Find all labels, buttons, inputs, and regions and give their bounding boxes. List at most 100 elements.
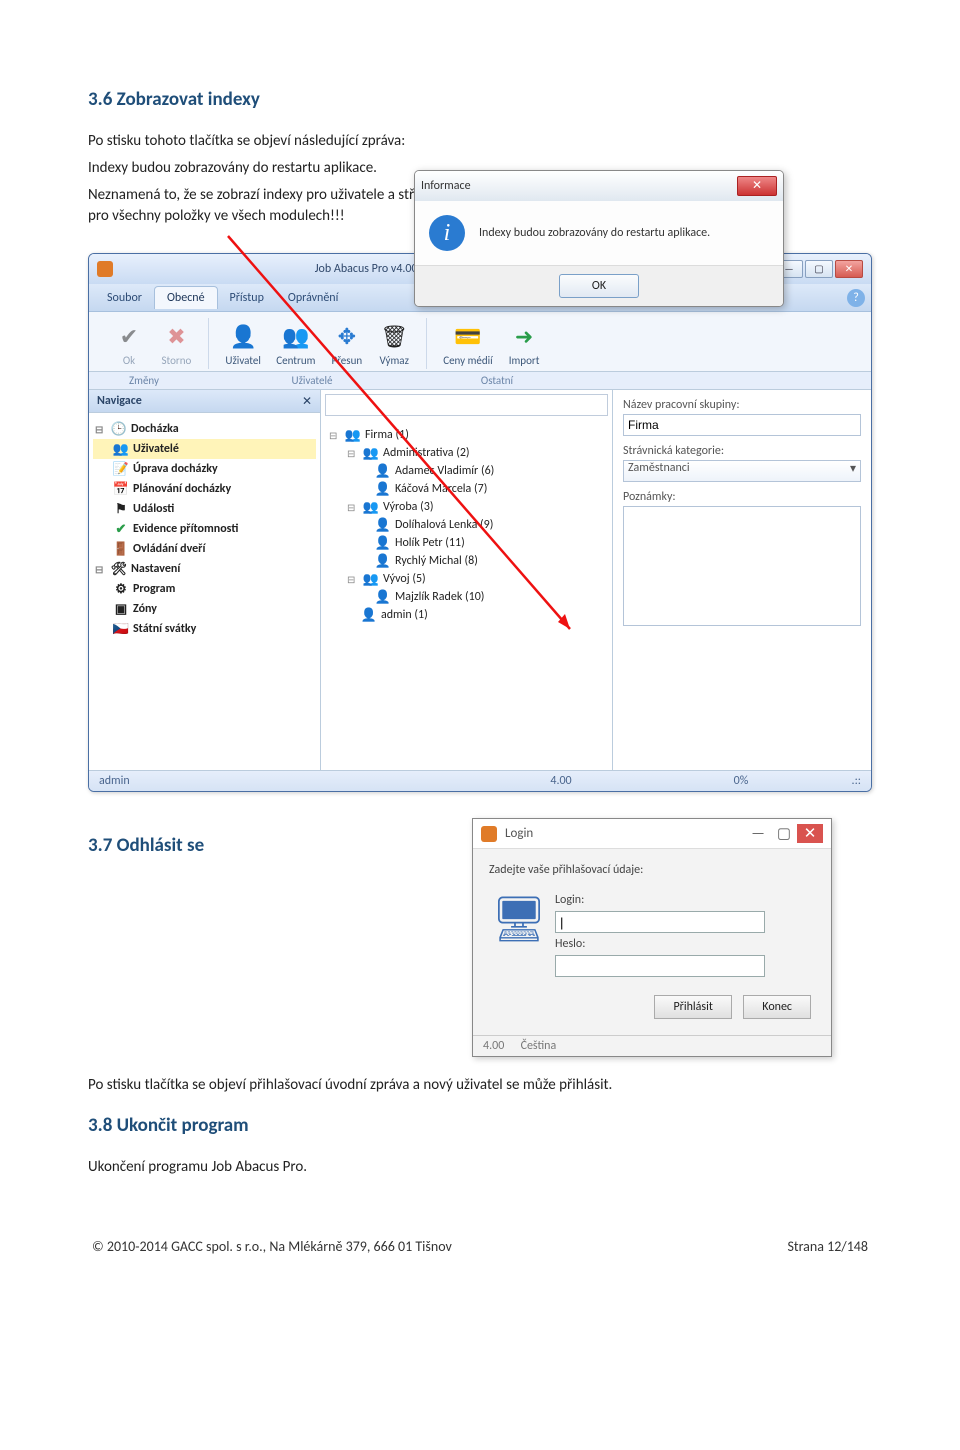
maximize-button[interactable]: ▢	[805, 260, 833, 278]
nav-item-nastaveni[interactable]: ⊟🛠Nastavení	[93, 559, 316, 579]
person-icon: 👤	[375, 481, 391, 497]
login-button[interactable]: Přihlásit	[654, 995, 731, 1019]
tool-label: Uživatel	[225, 354, 260, 367]
resize-grip[interactable]: .::	[831, 774, 861, 788]
password-input[interactable]	[555, 955, 765, 977]
login-language: Čeština	[521, 1039, 557, 1053]
group-icon: 👥	[363, 499, 379, 515]
group-label: Ostatní	[437, 374, 557, 387]
person-icon: 👤	[375, 535, 391, 551]
app-icon	[97, 261, 113, 277]
tab-opravneni[interactable]: Oprávnění	[276, 287, 351, 309]
nav-label: Program	[133, 582, 175, 596]
import-icon: ➜	[508, 320, 540, 352]
ceny-tool[interactable]: 💳Ceny médií	[437, 318, 498, 369]
nav-item-uprava[interactable]: 📝 Úprava docházky	[93, 459, 316, 479]
nav-item-dochazka[interactable]: ⊟🕒Docházka	[93, 419, 316, 439]
tool-label: Centrum	[276, 354, 315, 367]
tree-item[interactable]: 👤 Holík Petr (11)	[329, 534, 604, 552]
tree-item[interactable]: ⊟👥Administrativa (2)	[329, 444, 604, 462]
import-tool[interactable]: ➜ Import	[502, 318, 546, 369]
nav-label: Zóny	[133, 602, 157, 616]
category-select[interactable]: Zaměstnanci▾	[623, 460, 861, 482]
tab-obecne[interactable]: Obecné	[154, 286, 218, 309]
centrum-tool[interactable]: 👥Centrum	[270, 318, 321, 369]
settings-icon: 🛠	[111, 561, 127, 577]
tool-label: Import	[509, 354, 540, 367]
storno-tool[interactable]: ✖Storno	[154, 318, 198, 369]
check-icon: ✔	[113, 521, 129, 537]
nav-item-evidence[interactable]: ✔Evidence přítomnosti	[93, 519, 316, 539]
maximize-button[interactable]: ▢	[771, 824, 797, 843]
nav-item-uzivatele[interactable]: 👥Uživatelé	[93, 439, 316, 459]
nav-item-zony[interactable]: ▣ Zóny	[93, 599, 316, 619]
tree-item[interactable]: 👤Majzlík Radek (10)	[329, 588, 604, 606]
close-button[interactable]: ✕	[737, 176, 777, 196]
nav-item-udalosti[interactable]: ⚑Události	[93, 499, 316, 519]
tree-item[interactable]: ⊟👥Výroba (3)	[329, 498, 604, 516]
tab-pristup[interactable]: Přístup	[218, 287, 276, 309]
nav-item-svatky[interactable]: 🇨🇿Státní svátky	[93, 619, 316, 639]
login-icon: 🖥	[489, 889, 549, 949]
uzivatel-tool[interactable]: 👤Uživatel	[219, 318, 266, 369]
tree-item[interactable]: 👤Rychlý Michal (8)	[329, 552, 604, 570]
close-button[interactable]: ✕	[797, 824, 823, 843]
ok-button[interactable]: OK	[559, 274, 639, 298]
group-name-input[interactable]	[623, 414, 861, 436]
edit-icon: 📝	[113, 461, 129, 477]
nav-item-ovladani[interactable]: 🚪Ovládání dveří	[93, 539, 316, 559]
status-version: 4.00	[471, 774, 651, 788]
tree-item[interactable]: 👤 Dolíhalová Lenka (9)	[329, 516, 604, 534]
nav-title: Navigace	[97, 394, 142, 408]
person-icon: 👤	[375, 463, 391, 479]
nav-label: Uživatelé	[133, 442, 179, 456]
tree-item[interactable]: ⊟👥Firma (1)	[329, 426, 604, 444]
group-icon: 👥	[345, 427, 361, 443]
login-input[interactable]	[555, 911, 765, 933]
vymaz-tool[interactable]: 🗑Výmaz	[372, 318, 416, 369]
category-label: Strávnická kategorie:	[623, 444, 861, 458]
tree-item[interactable]: 👤admin (1)	[329, 606, 604, 624]
heading-38: 3.8 Ukončit program	[88, 1114, 872, 1137]
paragraph: Po stisku tlačítka se objeví přihlašovac…	[88, 1075, 872, 1096]
tree-item[interactable]: 👤Káčová Marcela (7)	[329, 480, 604, 498]
close-button[interactable]: ✕	[835, 260, 863, 278]
nav-item-planovani[interactable]: 📅Plánování docházky	[93, 479, 316, 499]
ok-tool[interactable]: ✔Ok	[107, 318, 151, 369]
login-title: Login	[505, 826, 745, 841]
person-icon: 👤	[375, 517, 391, 533]
nav-label: Úprava docházky	[133, 462, 218, 476]
dialog-message: Indexy budou zobrazovány do restartu apl…	[479, 226, 710, 240]
tab-soubor[interactable]: Soubor	[95, 287, 154, 309]
tree-label: Holík Petr (11)	[395, 536, 465, 550]
status-user: admin	[99, 774, 471, 788]
gear-icon: ⚙	[113, 581, 129, 597]
select-value: Zaměstnanci	[628, 461, 690, 475]
move-icon: ✥	[331, 320, 363, 352]
tool-label: Storno	[161, 354, 191, 367]
tree-label: Dolíhalová Lenka (9)	[395, 518, 493, 532]
media-icon: 💳	[452, 320, 484, 352]
nav-close-icon[interactable]: ✕	[302, 394, 312, 408]
presun-tool[interactable]: ✥Přesun	[325, 318, 369, 369]
tool-label: Ok	[123, 354, 135, 367]
cancel-button[interactable]: Konec	[743, 995, 811, 1019]
minimize-button[interactable]: —	[745, 825, 771, 843]
dialog-title: Informace	[421, 179, 737, 193]
tree-item[interactable]: ⊟👥Vývoj (5)	[329, 570, 604, 588]
zone-icon: ▣	[113, 601, 129, 617]
help-button[interactable]: ?	[847, 289, 865, 307]
footer-copyright: © 2010-2014 GACC spol. s r.o., Na Mlékár…	[92, 1238, 452, 1255]
login-label: Login:	[555, 893, 605, 907]
tree-label: Rychlý Michal (8)	[395, 554, 478, 568]
nav-label: Ovládání dveří	[133, 542, 205, 556]
paragraph: Ukončení programu Job Abacus Pro.	[88, 1157, 872, 1178]
tree-item[interactable]: 👤 Adamec Vladimír (6)	[329, 462, 604, 480]
search-input[interactable]	[325, 394, 608, 416]
notes-textarea[interactable]	[623, 506, 861, 626]
group-label: Změny	[101, 374, 187, 387]
notes-label: Poznámky:	[623, 490, 861, 504]
nav-item-program[interactable]: ⚙ Program	[93, 579, 316, 599]
tree-label: Adamec Vladimír (6)	[395, 464, 494, 478]
tree-label: Vývoj (5)	[383, 572, 426, 586]
